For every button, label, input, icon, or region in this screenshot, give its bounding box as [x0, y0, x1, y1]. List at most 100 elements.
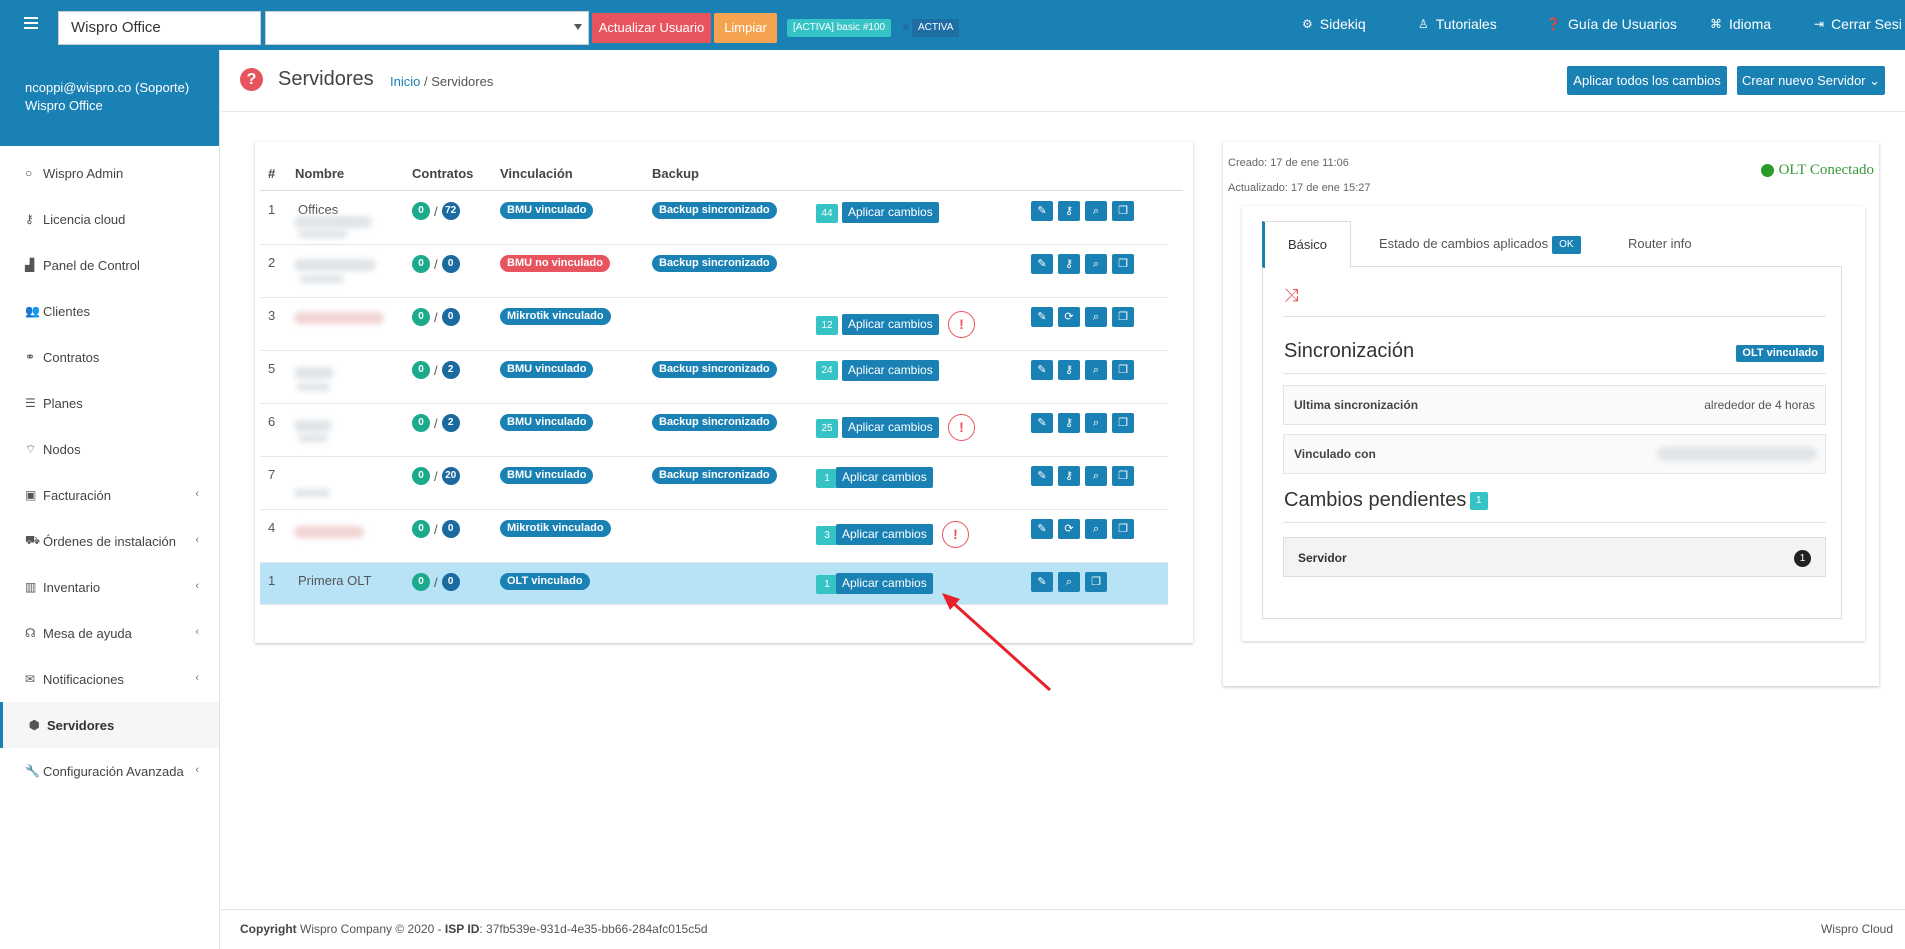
isp-label: ISP ID	[444, 922, 480, 936]
chevron-left-icon: ‹	[195, 672, 199, 684]
contracts-active: 0	[412, 573, 430, 591]
breadcrumb-home-link[interactable]: Inicio	[390, 74, 420, 89]
organization-select[interactable]	[265, 11, 589, 45]
edit-icon[interactable]: ✎	[1031, 201, 1053, 221]
row-name-blurred[interactable]	[294, 414, 374, 448]
row-actions: ✎ ⚷ ⌕ ❐	[1031, 254, 1134, 274]
table-row: 5 0/2 BMU vinculado Backup sincronizado …	[260, 351, 1168, 404]
row-name-blurred[interactable]	[294, 361, 374, 395]
sidebar-item-licencia[interactable]: ⚷ Licencia cloud	[0, 196, 219, 242]
help-icon[interactable]: ?	[240, 68, 263, 91]
footer-divider	[221, 909, 1905, 910]
row-actions: ✎ ⟳ ⌕ ❐	[1031, 307, 1134, 327]
link-badge: BMU vinculado	[500, 202, 594, 219]
apply-changes-button[interactable]: Aplicar cambios	[836, 573, 933, 594]
nav-label: Guía de Usuarios	[1567, 16, 1677, 32]
breadcrumb-separator: /	[420, 74, 432, 89]
nav-sidekiq[interactable]: ⚙ Sidekiq	[1302, 16, 1366, 32]
slash: /	[434, 256, 438, 272]
search-icon[interactable]: ⌕	[1058, 572, 1080, 592]
row-name-blurred[interactable]	[294, 467, 374, 501]
sidebar-item-inventario[interactable]: ▥ Inventario ‹	[0, 564, 219, 610]
apply-changes-button[interactable]: Aplicar cambios	[842, 417, 939, 438]
search-icon[interactable]: ⌕	[1085, 519, 1107, 539]
row-name[interactable]: Primera OLT	[298, 573, 371, 588]
money-icon: ▣	[25, 488, 37, 502]
created-date: Creado: 17 de ene 11:06	[1228, 157, 1349, 169]
key-icon[interactable]: ⚷	[1058, 254, 1080, 274]
copy-icon[interactable]: ❐	[1085, 572, 1107, 592]
sidebar-item-wispro-admin[interactable]: ○ Wispro Admin	[0, 150, 219, 196]
pending-server-item[interactable]: Servidor 1	[1283, 537, 1826, 577]
copy-icon[interactable]: ❐	[1112, 466, 1134, 486]
nav-idioma[interactable]: ⌘ Idioma	[1710, 16, 1771, 32]
clear-button[interactable]: Limpiar	[714, 13, 777, 43]
sidebar-item-contratos[interactable]: ⚭ Contratos	[0, 334, 219, 380]
row-name-blurred[interactable]	[294, 520, 374, 554]
refresh-icon[interactable]: ⟳	[1058, 307, 1080, 327]
sidebar-item-label: Facturación	[43, 487, 111, 503]
search-icon[interactable]: ⌕	[1085, 307, 1107, 327]
search-icon[interactable]: ⌕	[1085, 413, 1107, 433]
edit-icon[interactable]: ✎	[1031, 519, 1053, 539]
copy-icon[interactable]: ❐	[1112, 254, 1134, 274]
apply-all-changes-button[interactable]: Aplicar todos los cambios	[1567, 66, 1727, 95]
refresh-icon[interactable]: ⟳	[1058, 519, 1080, 539]
hamburger-menu-icon[interactable]	[24, 17, 38, 29]
tab-estado-cambios[interactable]: Estado de cambios aplicados OK	[1379, 221, 1581, 267]
copy-icon[interactable]: ❐	[1112, 201, 1134, 221]
key-icon[interactable]: ⚷	[1058, 201, 1080, 221]
search-icon[interactable]: ⌕	[1085, 254, 1107, 274]
sidebar-item-label: Clientes	[43, 303, 90, 319]
row-name-blurred[interactable]	[294, 255, 376, 289]
sidebar-item-notificaciones[interactable]: ✉ Notificaciones ‹	[0, 656, 219, 702]
nav-guia[interactable]: ❓ Guía de Usuarios	[1546, 16, 1677, 32]
apply-changes-button[interactable]: Aplicar cambios	[836, 467, 933, 488]
tab-content: ⤨ Sincronización OLT vinculado Ultima si…	[1262, 267, 1842, 619]
update-user-button[interactable]: Actualizar Usuario	[592, 13, 711, 43]
apply-changes-button[interactable]: Aplicar cambios	[836, 524, 933, 545]
last-sync-value: alrededor de 4 horas	[1704, 398, 1815, 412]
sidebar-item-mesa[interactable]: ☊ Mesa de ayuda ‹	[0, 610, 219, 656]
sidebar-item-label: Notificaciones	[43, 671, 124, 687]
edit-icon[interactable]: ✎	[1031, 307, 1053, 327]
sidebar-item-clientes[interactable]: 👥 Clientes	[0, 288, 219, 334]
sidebar-item-configuracion[interactable]: 🔧 Configuración Avanzada ‹	[0, 748, 219, 794]
breadcrumb: Inicio / Servidores	[390, 74, 493, 89]
apply-changes-button[interactable]: Aplicar cambios	[842, 314, 939, 335]
row-number: 1	[268, 202, 276, 217]
copy-icon[interactable]: ❐	[1112, 307, 1134, 327]
detail-card: Básico Estado de cambios aplicados OK Rou…	[1242, 206, 1865, 641]
edit-icon[interactable]: ✎	[1031, 254, 1053, 274]
sidebar-item-servidores[interactable]: ⬢ Servidores	[0, 702, 219, 748]
copy-icon[interactable]: ❐	[1112, 519, 1134, 539]
nav-tutoriales[interactable]: ♙ Tutoriales	[1418, 16, 1497, 32]
tab-basico[interactable]: Básico	[1262, 221, 1351, 268]
edit-icon[interactable]: ✎	[1031, 466, 1053, 486]
organization-input[interactable]: Wispro Office	[58, 11, 261, 45]
search-icon[interactable]: ⌕	[1085, 201, 1107, 221]
col-number: #	[268, 166, 276, 181]
copy-icon[interactable]: ❐	[1112, 413, 1134, 433]
key-icon[interactable]: ⚷	[1058, 466, 1080, 486]
row-name-blurred[interactable]	[294, 308, 384, 342]
nav-logout[interactable]: ⇥ Cerrar Sesi	[1814, 16, 1902, 32]
create-server-button[interactable]: Crear nuevo Servidor ⌄	[1737, 66, 1885, 95]
sidebar-item-panel[interactable]: ▟ Panel de Control	[0, 242, 219, 288]
table-row: 2 0/0 BMU no vinculado Backup sincroniza…	[260, 245, 1168, 298]
search-icon[interactable]: ⌕	[1085, 466, 1107, 486]
slash: /	[434, 362, 438, 378]
apply-changes-button[interactable]: Aplicar cambios	[842, 202, 939, 223]
sidebar-item-ordenes[interactable]: ⛟ Órdenes de instalación ‹	[0, 518, 219, 564]
edit-icon[interactable]: ✎	[1031, 413, 1053, 433]
edit-icon[interactable]: ✎	[1031, 360, 1053, 380]
key-icon[interactable]: ⚷	[1058, 413, 1080, 433]
key-icon[interactable]: ⚷	[1058, 360, 1080, 380]
copy-icon[interactable]: ❐	[1112, 360, 1134, 380]
sidebar-item-planes[interactable]: ☰ Planes	[0, 380, 219, 426]
sidebar-item-facturacion[interactable]: ▣ Facturación ‹	[0, 472, 219, 518]
tab-router-info[interactable]: Router info	[1628, 221, 1692, 267]
sidebar-item-nodos[interactable]: ⌔ Nodos	[0, 426, 219, 472]
apply-changes-button[interactable]: Aplicar cambios	[842, 360, 939, 381]
search-icon[interactable]: ⌕	[1085, 360, 1107, 380]
